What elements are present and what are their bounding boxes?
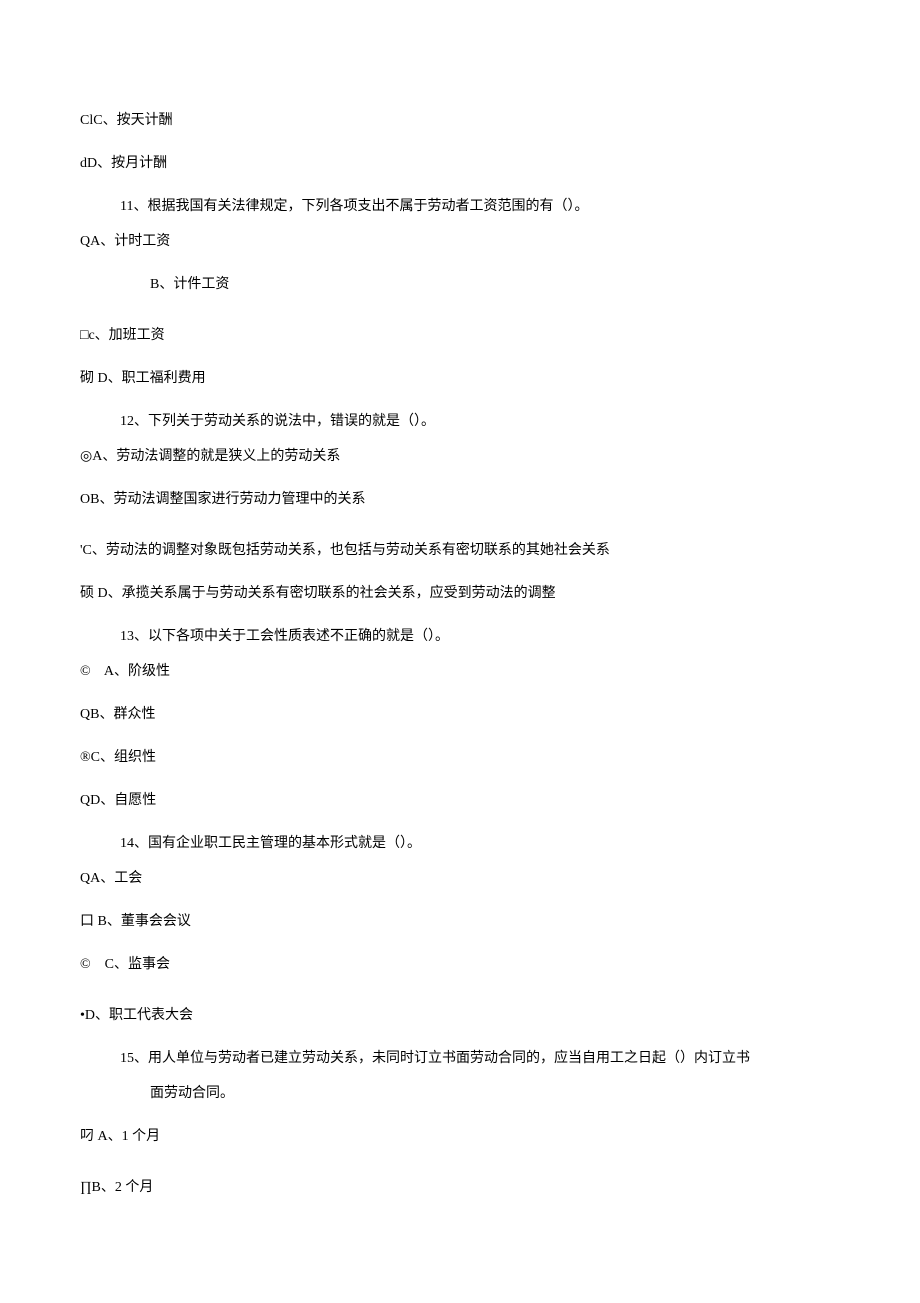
text-line: B、计件工资 (80, 274, 840, 295)
text-line: QB、群众性 (80, 704, 840, 725)
text-line: ClC、按天计酬 (80, 110, 840, 131)
text-line: •D、职工代表大会 (80, 1005, 840, 1026)
text-line: □c、加班工资 (80, 325, 840, 346)
text-line: 口 B、董事会会议 (80, 911, 840, 932)
text-line: OB、劳动法调整国家进行劳动力管理中的关系 (80, 489, 840, 510)
document-page: ClC、按天计酬 dD、按月计酬 11、根据我国有关法律规定，下列各项支出不属于劳动… (0, 0, 920, 1280)
text-line: ◎A、劳动法调整的就是狭义上的劳动关系 (80, 446, 840, 467)
text-line: 11、根据我国有关法律规定，下列各项支出不属于劳动者工资范围的有（）。 (80, 196, 840, 217)
text-line: ∏B、2 个月 (80, 1177, 840, 1198)
text-line: QA、工会 (80, 868, 840, 889)
text-line: 硕 D、承揽关系属于与劳动关系有密切联系的社会关系，应受到劳动法的调整 (80, 583, 840, 604)
text-line: 12、下列关于劳动关系的说法中，错误的就是（）。 (80, 411, 840, 432)
text-line: 面劳动合同。 (80, 1083, 840, 1104)
text-line: © A、阶级性 (80, 661, 840, 682)
text-line: 14、国有企业职工民主管理的基本形式就是（）。 (80, 833, 840, 854)
text-line: 叼 A、1 个月 (80, 1126, 840, 1147)
text-line: © C、监事会 (80, 954, 840, 975)
text-line: 砌 D、职工福利费用 (80, 368, 840, 389)
text-line: 15、用人单位与劳动者已建立劳动关系，未同时订立书面劳动合同的，应当自用工之日起… (80, 1048, 840, 1069)
text-line: 13、以下各项中关于工会性质表述不正确的就是（）。 (80, 626, 840, 647)
text-line: QD、自愿性 (80, 790, 840, 811)
text-line: QA、计时工资 (80, 231, 840, 252)
text-line: 'C、劳动法的调整对象既包括劳动关系，也包括与劳动关系有密切联系的其她社会关系 (80, 540, 840, 561)
text-line: dD、按月计酬 (80, 153, 840, 174)
text-line: ®C、组织性 (80, 747, 840, 768)
